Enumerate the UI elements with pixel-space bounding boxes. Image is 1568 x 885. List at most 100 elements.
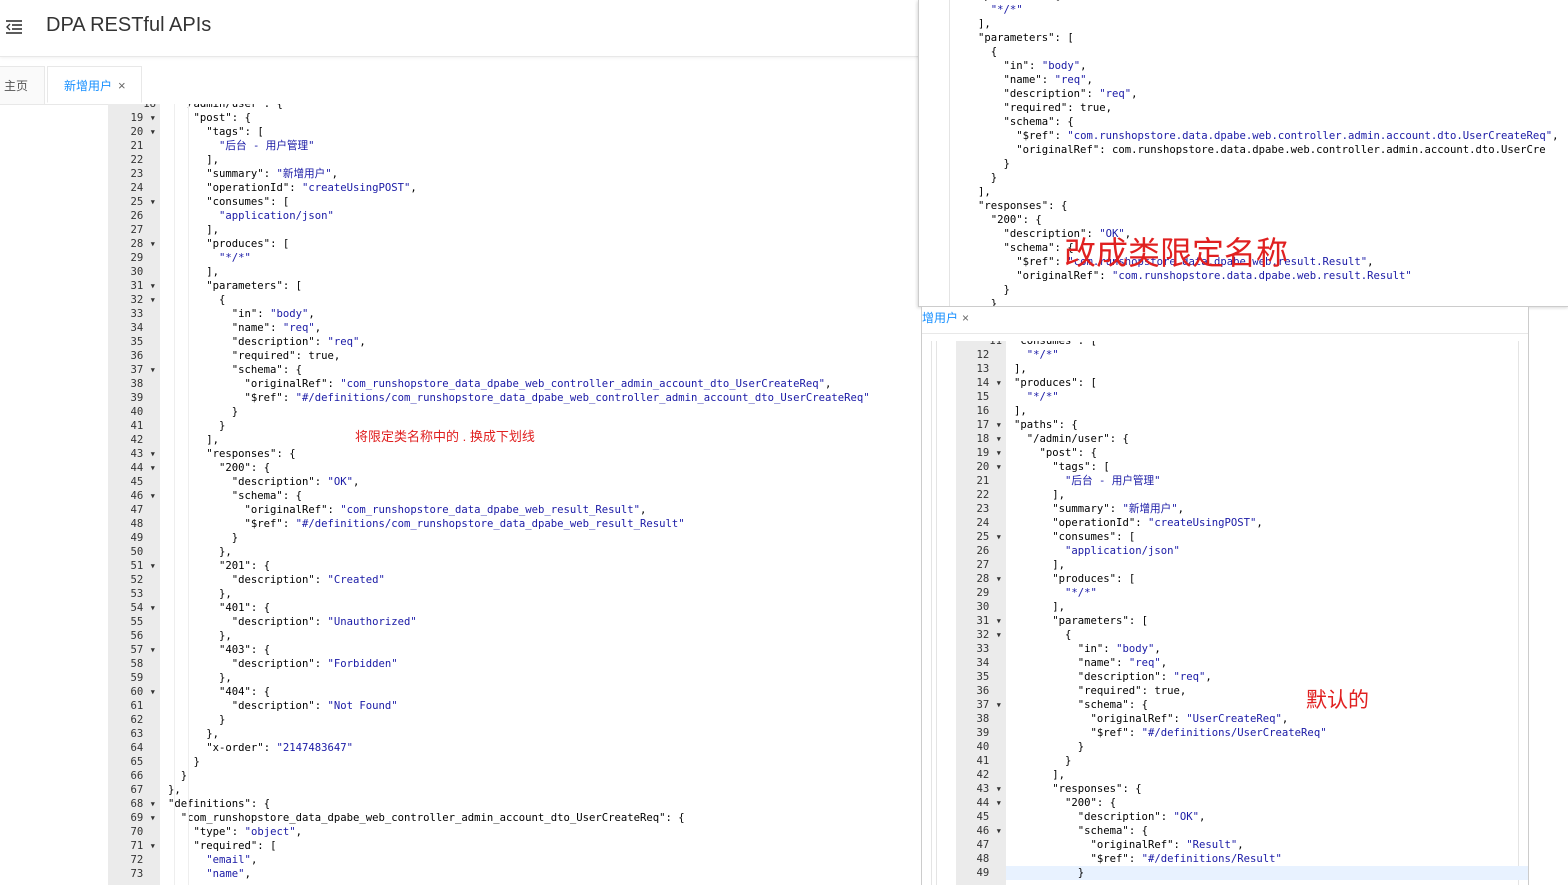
line-number[interactable]: 25 ▾ (108, 195, 160, 209)
code-line: "401": { (219, 602, 271, 614)
line-number[interactable]: 19 ▾ (108, 111, 160, 125)
code-line: "operationId": "createUsingPOST", (206, 182, 417, 194)
line-number: 53 (130, 588, 156, 600)
line-number[interactable]: 28 ▾ (956, 572, 1006, 586)
line-number: 67 (130, 784, 156, 796)
tab-add-user[interactable]: 新增用户 × (47, 66, 142, 103)
line-number[interactable]: 51 ▾ (108, 559, 160, 573)
line-number: 45 (976, 811, 1002, 823)
left-code-lines: "/admin/user": { "post": { "tags": [ "后台… (168, 104, 870, 881)
code-line: "tags": [ (1052, 461, 1110, 473)
code-line: ], (1014, 363, 1027, 375)
code-line: "200": { (219, 462, 271, 474)
line-number[interactable]: 57 ▾ (108, 643, 160, 657)
code-line: ], (206, 154, 220, 166)
code-line: "name", (206, 868, 251, 880)
tab-home[interactable]: 主页 (0, 66, 45, 105)
line-number: 21 (130, 140, 156, 152)
code-line: ], (206, 224, 220, 236)
close-icon[interactable]: × (118, 78, 126, 93)
line-number[interactable]: 32 ▾ (956, 628, 1006, 642)
annotation-left: 将限定类名称中的 . 换成下划线 (355, 429, 535, 444)
code-line: } (193, 756, 200, 768)
line-number: 47 (130, 504, 156, 516)
line-number[interactable]: 44 ▾ (108, 461, 160, 475)
left-code-editor[interactable]: 18 19 ▾ 20 ▾ 21 22 23 24 25 ▾ 26 27 28 ▾ 29 3… (108, 104, 916, 885)
line-number[interactable]: 28 ▾ (108, 237, 160, 251)
code-line: "/admin/user": { (180, 104, 283, 110)
code-line: "$ref": "#/definitions/Result" (1090, 853, 1282, 865)
line-number[interactable]: 37 ▾ (108, 363, 160, 377)
code-line: ], (978, 18, 991, 30)
line-number: 49 (976, 867, 1002, 879)
code-line: "in": "body", (1077, 643, 1161, 655)
bottom-right-tab[interactable]: 增用户 × (922, 307, 990, 333)
code-line: "name": "req", (1077, 657, 1168, 669)
line-number[interactable]: 46 ▾ (108, 489, 160, 503)
line-number[interactable]: 71 ▾ (108, 839, 160, 853)
line-number[interactable]: 20 ▾ (108, 125, 160, 139)
code-line: "responses": { (1052, 783, 1142, 795)
line-number: 40 (976, 741, 1002, 753)
line-number[interactable]: 32 ▾ (108, 293, 160, 307)
line-number[interactable]: 68 ▾ (108, 797, 160, 811)
line-number: 72 (130, 854, 156, 866)
line-number[interactable]: 43 ▾ (956, 782, 1006, 796)
code-line: "required": true, (231, 350, 341, 362)
line-number[interactable]: 31 ▾ (956, 614, 1006, 628)
line-number[interactable]: 69 ▾ (108, 811, 160, 825)
code-line: } (1077, 867, 1085, 879)
code-line: "/admin/user": { (1026, 433, 1129, 445)
bottom-right-gutter: 11 12 13 14 ▾ 15 16 17 ▾ 18 ▾ 19 ▾ 20 ▾ 21 22 … (956, 341, 1006, 885)
close-icon[interactable]: × (962, 311, 969, 325)
code-line: "produces": [ (1052, 573, 1136, 585)
bottom-right-code-editor[interactable]: 11 12 13 14 ▾ 15 16 17 ▾ 18 ▾ 19 ▾ 20 ▾ 21 22 … (956, 341, 1528, 885)
line-number[interactable]: 19 ▾ (956, 446, 1006, 460)
line-number[interactable]: 18 ▾ (956, 432, 1006, 446)
code-line: "$ref": "#/definitions/com_runshopstore_… (244, 392, 870, 404)
line-number[interactable]: 54 ▾ (108, 601, 160, 615)
line-number: 33 (130, 308, 156, 320)
code-line: "x-order": "2147483647" (206, 742, 354, 754)
code-line: "in": "body", (1003, 60, 1087, 72)
line-number: 65 (130, 756, 156, 768)
line-number: 29 (130, 252, 156, 264)
line-number[interactable]: 17 ▾ (956, 418, 1006, 432)
line-number[interactable]: 46 ▾ (956, 824, 1006, 838)
line-number[interactable]: 37 ▾ (956, 698, 1006, 712)
code-line: "consumes": [ (1052, 531, 1136, 543)
tab-bar: 主页 新增用户 × (0, 62, 916, 105)
line-number[interactable]: 14 ▾ (956, 376, 1006, 390)
code-line: "200": { (1065, 797, 1117, 809)
code-line: ], (978, 186, 991, 198)
code-line: "summary": "新增用户", (206, 168, 338, 180)
line-number: 24 (976, 517, 1002, 529)
line-number[interactable]: 44 ▾ (956, 796, 1006, 810)
code-line: }, (168, 783, 870, 797)
code-line: } (1077, 741, 1085, 753)
code-line: ], (1052, 559, 1066, 571)
code-line: "description": "OK", (231, 476, 360, 488)
code-line: "name": "req", (1003, 74, 1093, 86)
line-number[interactable]: 60 ▾ (108, 685, 160, 699)
code-line: "responses": { (206, 448, 296, 460)
code-line: "403": { (219, 644, 271, 656)
menu-fold-icon[interactable] (4, 17, 24, 37)
code-line: "produces": [ (1014, 377, 1097, 389)
line-number: 49 (130, 532, 156, 544)
line-number[interactable]: 43 ▾ (108, 447, 160, 461)
code-line: } (219, 714, 226, 726)
line-number[interactable]: 25 ▾ (956, 530, 1006, 544)
line-number[interactable]: 31 ▾ (108, 279, 160, 293)
code-line: }, (219, 588, 232, 600)
code-line: "200": { (990, 214, 1042, 226)
code-line: "email", (206, 854, 258, 866)
line-number[interactable]: 20 ▾ (956, 460, 1006, 474)
code-line: } (231, 406, 239, 418)
code-line: { (1065, 629, 1072, 641)
code-line: "consumes": [ (206, 196, 290, 208)
code-line: "summary": "新增用户", (1052, 503, 1184, 515)
code-line: "*/*" (1065, 587, 1097, 599)
code-line: "parameters": [ (1052, 615, 1148, 627)
code-line: "后台 - 用户管理" (1065, 475, 1161, 487)
